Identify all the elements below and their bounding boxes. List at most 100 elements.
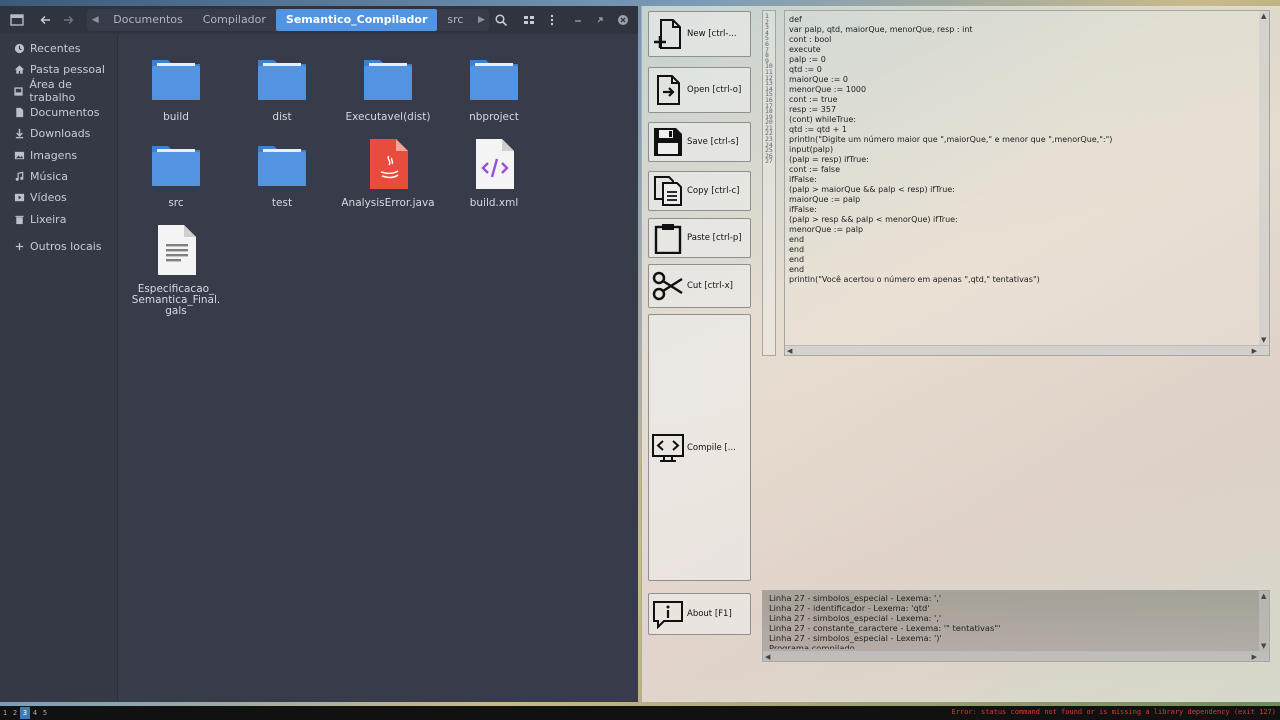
file-label: build [163, 111, 189, 123]
sidebar-item-label: Área de trabalho [29, 78, 76, 105]
editor-horizontal-scrollbar[interactable]: ◀ ▶ [785, 345, 1269, 355]
crumb-semantico-compilador[interactable]: Semantico_Compilador [275, 9, 438, 31]
xml-file-icon [476, 139, 514, 189]
music-icon [12, 169, 26, 183]
save-button-label: Save [ctrl-s] [687, 137, 739, 147]
save-button[interactable]: Save [ctrl-s] [648, 122, 751, 162]
scroll-up-arrow-icon[interactable]: ▲ [1261, 12, 1266, 20]
view-options-button[interactable] [518, 8, 540, 32]
file-label: nbproject [469, 111, 519, 123]
file-label: test [271, 197, 293, 209]
copy-button[interactable]: Copy [ctrl-c] [648, 171, 751, 211]
console-horizontal-scrollbar[interactable]: ◀ ▶ [763, 651, 1269, 661]
maximize-button[interactable] [589, 8, 611, 32]
file-item[interactable]: AnalysisError.java [335, 138, 441, 209]
sidebar-item-lixeira[interactable]: Lixeira [0, 208, 117, 229]
file-label: Executavel(dist) [345, 111, 431, 123]
sidebar-item-label: Documentos [30, 106, 100, 120]
file-item[interactable]: build.xml [441, 138, 547, 209]
home-icon [12, 63, 26, 77]
sidebar-item-label: Outros locais [30, 239, 102, 253]
workspace-5[interactable]: 5 [40, 707, 50, 719]
file-item[interactable]: test [229, 138, 335, 209]
scissors-icon [649, 270, 687, 302]
sidebar-item-musica[interactable]: Música [0, 166, 117, 187]
sidebar-icon [10, 14, 24, 26]
new-button[interactable]: New [ctrl-... [648, 11, 751, 57]
sidebar-item-documentos[interactable]: Documentos [0, 102, 117, 123]
file-item[interactable]: src [123, 138, 229, 209]
workspace-1[interactable]: 1 [0, 707, 10, 719]
scroll-down-arrow-icon[interactable]: ▼ [1261, 336, 1266, 344]
file-manager-window: ◀ Documentos Compilador Semantico_Compil… [0, 6, 638, 702]
about-button[interactable]: About [F1] [648, 593, 751, 635]
video-icon [12, 191, 26, 205]
output-console[interactable]: Linha 27 - simbolos_especial - Lexema: '… [762, 590, 1270, 662]
save-icon [649, 126, 687, 158]
workspace-3[interactable]: 3 [20, 707, 30, 719]
sidebar-item-downloads[interactable]: Downloads [0, 123, 117, 144]
document-icon [12, 106, 26, 120]
sidebar-item-outros-locais[interactable]: Outros locais [0, 236, 117, 257]
workspace-2[interactable]: 2 [10, 707, 20, 719]
compile-button[interactable]: Compile [... [648, 314, 751, 581]
folder-icon [152, 60, 200, 100]
trash-icon [12, 212, 26, 226]
scroll-left-arrow-icon[interactable]: ◀ [765, 653, 770, 661]
menu-button[interactable] [540, 8, 562, 32]
scroll-left-arrow-icon[interactable]: ◀ [787, 347, 792, 355]
sidebar: Recentes Pasta pessoal Área de trabalho … [0, 34, 118, 702]
sidebar-item-area-de-trabalho[interactable]: Área de trabalho [0, 78, 117, 105]
file-item[interactable]: Especificacao_ Semantica_Final. gals [123, 224, 229, 317]
file-label: Especificacao_ Semantica_Final. gals [131, 283, 221, 317]
folder-icon [258, 146, 306, 186]
scroll-right-arrow-icon[interactable]: ▶ [1252, 653, 1257, 661]
file-item[interactable]: build [123, 52, 229, 123]
editor-vertical-scrollbar[interactable]: ▲ ▼ [1259, 11, 1269, 345]
back-button[interactable] [34, 8, 56, 32]
crumb-left-arrow-icon[interactable]: ◀ [87, 9, 103, 31]
paste-button[interactable]: Paste [ctrl-p] [648, 218, 751, 258]
scroll-up-arrow-icon[interactable]: ▲ [1261, 592, 1266, 600]
paste-button-label: Paste [ctrl-p] [687, 233, 742, 243]
arrow-left-icon [40, 15, 50, 25]
taskbar: 12345 Error: status command not found or… [0, 706, 1280, 720]
code-editor[interactable]: def var palp, qtd, maiorQue, menorQue, r… [784, 10, 1270, 356]
about-button-label: About [F1] [687, 609, 732, 619]
java-file-icon [370, 139, 408, 189]
code-text[interactable]: def var palp, qtd, maiorQue, menorQue, r… [789, 15, 1255, 341]
sidebar-item-imagens[interactable]: Imagens [0, 144, 117, 165]
new-button-label: New [ctrl-... [687, 29, 737, 39]
console-vertical-scrollbar[interactable]: ▲ ▼ [1259, 591, 1269, 651]
text-file-icon [158, 225, 196, 275]
sidebar-item-label: Recentes [30, 42, 81, 56]
folder-icon [152, 146, 200, 186]
open-file-icon [649, 74, 687, 106]
minimize-button[interactable] [567, 8, 589, 32]
crumb-src[interactable]: src [437, 9, 473, 31]
cut-button[interactable]: Cut [ctrl-x] [648, 264, 751, 308]
search-button[interactable] [489, 8, 511, 32]
forward-button[interactable] [57, 8, 79, 32]
search-icon [495, 14, 507, 27]
scroll-down-arrow-icon[interactable]: ▼ [1261, 642, 1266, 650]
file-item[interactable]: Executavel(dist) [335, 52, 441, 123]
scroll-right-arrow-icon[interactable]: ▶ [1252, 347, 1257, 355]
close-button[interactable] [612, 8, 634, 32]
file-item[interactable]: nbproject [441, 52, 547, 123]
cut-button-label: Cut [ctrl-x] [687, 281, 733, 291]
sidebar-item-label: Música [30, 169, 69, 183]
crumb-compilador[interactable]: Compilador [193, 9, 276, 31]
folder-icon [364, 60, 412, 100]
crumb-right-arrow-icon[interactable]: ▶ [473, 9, 489, 31]
file-grid: build dist Executavel(dist) nbproject sr… [119, 34, 638, 702]
workspace-4[interactable]: 4 [30, 707, 40, 719]
clock-icon [12, 42, 26, 56]
sidebar-item-videos[interactable]: Vídeos [0, 187, 117, 208]
open-button[interactable]: Open [ctrl-o] [648, 67, 751, 113]
sidebar-toggle-button[interactable] [6, 8, 28, 32]
file-item[interactable]: dist [229, 52, 335, 123]
sidebar-item-recentes[interactable]: Recentes [0, 38, 117, 59]
info-bubble-icon [649, 598, 687, 630]
crumb-documentos[interactable]: Documentos [103, 9, 192, 31]
